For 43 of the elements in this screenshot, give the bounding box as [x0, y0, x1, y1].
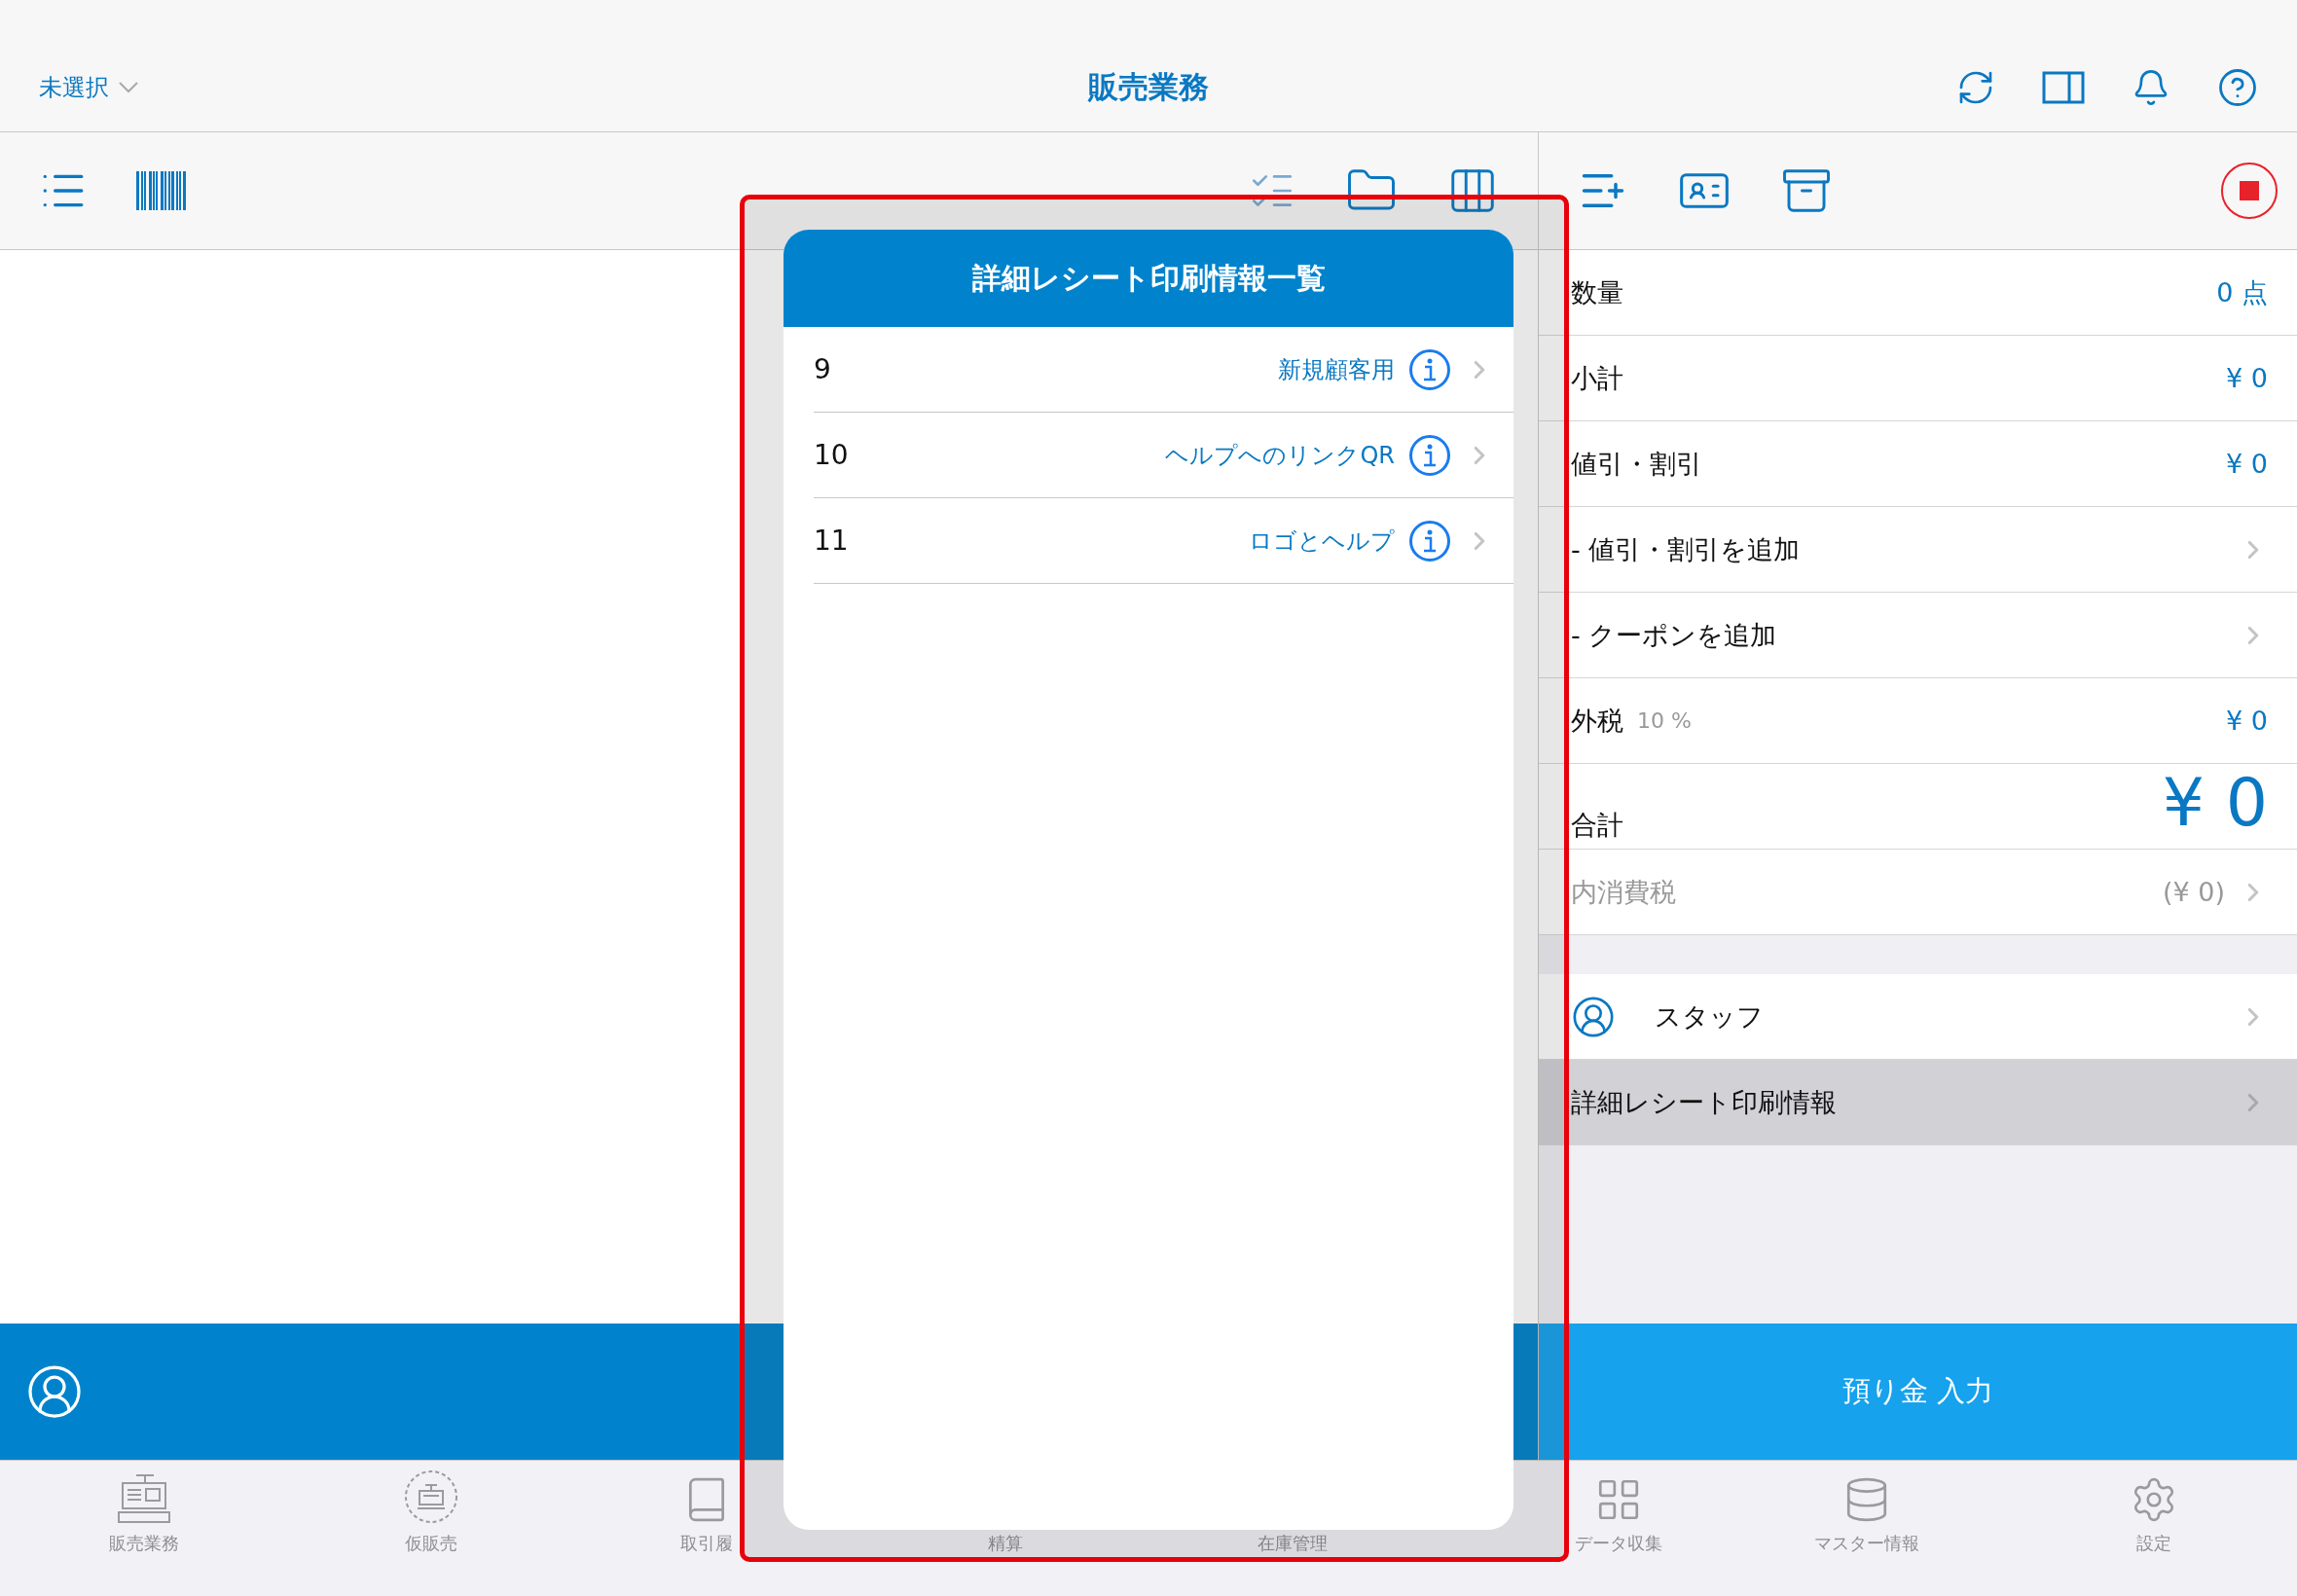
row-label: - クーポンを追加 [1571, 618, 1777, 652]
deposit-button[interactable]: 預り金 入力 [1539, 1324, 2297, 1460]
tab-bar-item[interactable]: 仮販売 [287, 1461, 574, 1596]
row-value: (¥ 0) [2163, 877, 2225, 907]
add-row[interactable]: - クーポンを追加 [1539, 593, 2297, 678]
stop-button[interactable] [2221, 163, 2278, 219]
row-label: 小計 [1571, 361, 1623, 395]
row-label: 外税 [1571, 704, 1623, 738]
tab-bar-item[interactable]: 精算 [861, 1461, 1148, 1596]
chevron-down-icon [119, 81, 138, 93]
tab-bar-item[interactable]: 在庫管理 [1148, 1461, 1436, 1596]
row-label: 合計 [1571, 809, 1623, 842]
help-icon[interactable] [2217, 66, 2258, 108]
store-selector[interactable]: 未選択 [39, 71, 138, 103]
screen-title: 販売業務 [1088, 67, 1209, 106]
tab-bar-item[interactable]: データ収集 [1436, 1461, 1723, 1596]
info-icon[interactable] [1408, 433, 1451, 477]
info-icon[interactable] [1408, 519, 1451, 562]
row-label: 値引・割引 [1571, 447, 1702, 481]
cash-register-icon [116, 1473, 171, 1524]
included-tax-row[interactable]: 内消費税 (¥ 0) [1539, 850, 2297, 935]
total-value: ¥ 0 [2162, 764, 2268, 841]
person-icon[interactable] [25, 1362, 84, 1421]
row-label: 数量 [1571, 275, 1623, 309]
tab-bar-item[interactable]: 販売業務 [0, 1461, 287, 1596]
row-label: 内消費税 [1571, 875, 1676, 909]
row-value: ¥ 0 [2226, 706, 2268, 736]
tax-rate: 10 % [1637, 708, 1692, 733]
row-value: ¥ 0 [2226, 449, 2268, 479]
staff-row[interactable]: スタッフ [1539, 974, 2297, 1060]
row-label: - 値引・割引を追加 [1571, 532, 1801, 566]
info-icon[interactable] [1408, 347, 1451, 391]
tab-bar-item[interactable]: マスター情報 [1723, 1461, 2010, 1596]
barcode-icon[interactable] [136, 171, 187, 210]
tab-bar-item[interactable]: 設定 [2010, 1461, 2297, 1596]
add-row[interactable]: - 値引・割引を追加 [1539, 507, 2297, 593]
split-view-icon[interactable] [2042, 70, 2085, 104]
receipt-info-row[interactable]: 詳細レシート印刷情報 [1539, 1060, 2297, 1145]
row-value: ¥ 0 [2226, 363, 2268, 393]
popover-title: 詳細レシート印刷情報一覧 [784, 230, 1513, 327]
tab-bar-item[interactable]: 取引履 [574, 1461, 861, 1596]
row-value: 0 点 [2216, 275, 2268, 309]
register-circle-icon [403, 1469, 458, 1524]
